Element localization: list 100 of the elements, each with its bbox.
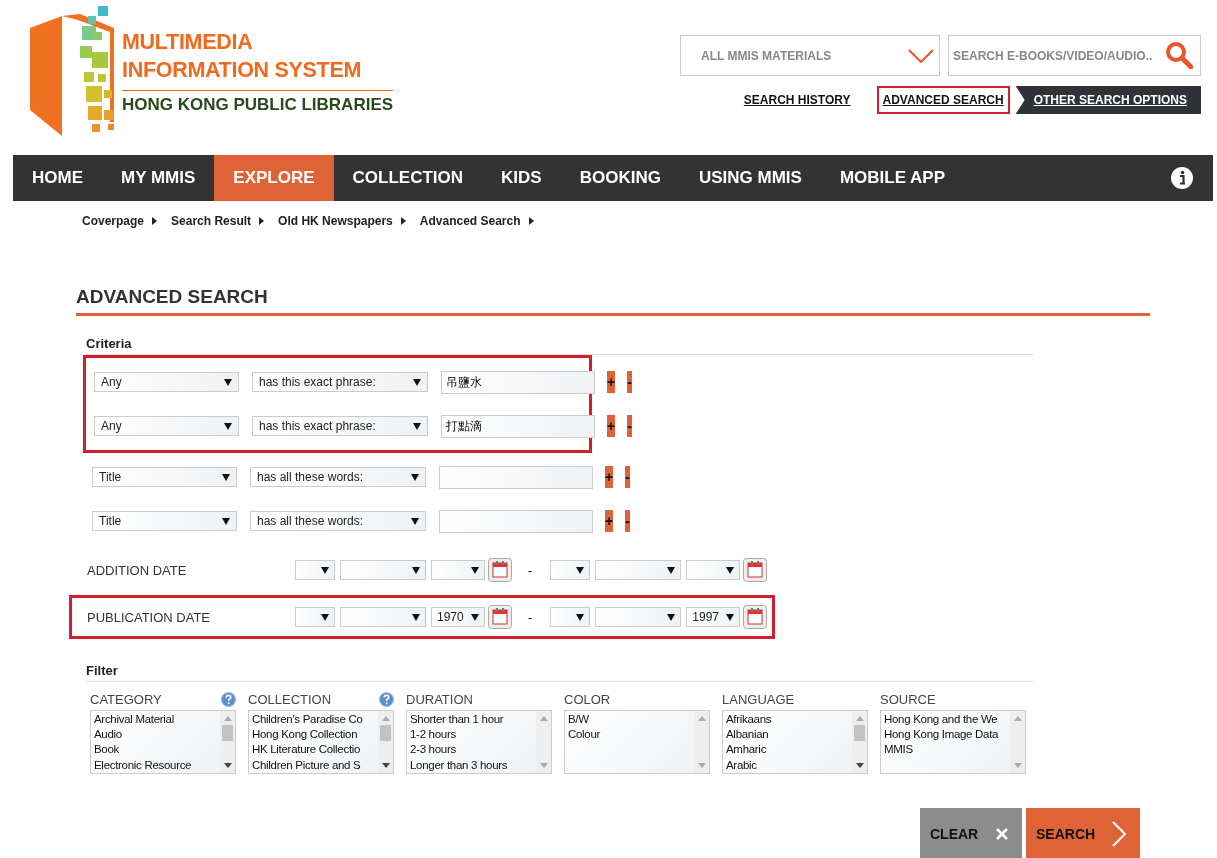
nav-tab[interactable]: HOME [13, 155, 102, 201]
list-option[interactable]: Shorter than 1 hour [410, 712, 533, 728]
info-icon[interactable] [1170, 166, 1194, 190]
add-button[interactable]: + [607, 415, 616, 437]
scroll-up-icon[interactable] [1013, 716, 1022, 721]
scrollbar[interactable] [220, 711, 235, 773]
scroll-down-icon[interactable] [223, 763, 232, 768]
remove-button[interactable]: - [627, 415, 632, 437]
operator-dropdown[interactable]: has all these words: [250, 467, 426, 487]
header-link[interactable]: OTHER SEARCH OPTIONS [1015, 86, 1201, 114]
filter-listbox[interactable]: Hong Kong and the We Hong Kong Image Data MMIS [880, 710, 1026, 774]
list-option[interactable]: MMIS [884, 742, 1007, 758]
day-dropdown[interactable] [295, 560, 335, 580]
add-button[interactable]: + [605, 510, 614, 532]
field-dropdown[interactable]: Title [92, 511, 237, 531]
operator-dropdown[interactable]: has this exact phrase: [252, 416, 428, 436]
search-button[interactable]: SEARCH [1026, 808, 1140, 858]
scroll-down-icon[interactable] [381, 763, 390, 768]
add-button[interactable]: + [607, 371, 616, 393]
list-option[interactable]: Electronic Resource [94, 757, 217, 773]
field-dropdown[interactable]: Any [94, 416, 239, 436]
calendar-icon[interactable] [488, 558, 512, 582]
calendar-icon[interactable] [743, 605, 768, 629]
scroll-up-icon[interactable] [223, 716, 232, 721]
clear-button[interactable]: CLEAR [920, 808, 1022, 858]
search-field[interactable]: SEARCH E-BOOKS/VIDEO/AUDIO.. [948, 35, 1201, 76]
text-field[interactable] [439, 509, 593, 533]
operator-dropdown[interactable]: has this exact phrase: [252, 372, 428, 392]
list-option[interactable]: B/W [568, 712, 691, 728]
list-option[interactable]: Arabic [726, 757, 849, 773]
list-option[interactable]: Children Picture and S [252, 757, 375, 773]
filter-listbox[interactable]: Shorter than 1 hour 1-2 hours 2-3 hours Longer than 3 hours [406, 710, 552, 774]
filter-listbox[interactable]: Afrikaans Albanian Amharic Arabic [722, 710, 868, 774]
text-field[interactable] [439, 465, 593, 489]
month-dropdown[interactable] [340, 560, 426, 580]
filter-listbox[interactable]: Archival Material Audio Book Electronic Resource [90, 710, 236, 774]
list-option[interactable]: Hong Kong Collection [252, 727, 375, 743]
year-dropdown[interactable] [686, 560, 741, 580]
list-option[interactable]: Audio [94, 727, 217, 743]
year-dropdown[interactable]: 1970 [431, 607, 485, 627]
year-dropdown[interactable]: 1997 [686, 607, 741, 627]
nav-tab[interactable]: MOBILE APP [820, 155, 965, 201]
list-option[interactable]: Children's Paradise Co [252, 712, 375, 728]
text-field[interactable]: 打點滴 [441, 414, 595, 438]
month-dropdown[interactable] [340, 607, 426, 627]
field-dropdown[interactable]: Title [92, 467, 237, 487]
section-title: Filter [86, 663, 1033, 682]
breadcrumb-link[interactable]: Advanced Search [419, 214, 521, 228]
scroll-up-icon[interactable] [855, 716, 864, 721]
remove-button[interactable]: - [625, 466, 630, 488]
breadcrumb-link[interactable]: Search Result [171, 214, 252, 228]
calendar-icon[interactable] [743, 558, 768, 582]
day-dropdown[interactable] [550, 607, 591, 627]
operator-dropdown[interactable]: has all these words: [250, 511, 426, 531]
text-field[interactable]: 吊鹽水 [441, 370, 595, 394]
filter-listbox[interactable]: B/W Colour [564, 710, 710, 774]
header-link[interactable]: SEARCH HISTORY [737, 86, 857, 114]
nav-tab[interactable]: USING MMIS [679, 155, 821, 201]
nav-tab[interactable]: COLLECTION [333, 155, 483, 201]
help-icon[interactable] [379, 692, 394, 707]
calendar-icon[interactable] [488, 605, 512, 629]
scrollbar[interactable] [378, 711, 393, 773]
day-dropdown[interactable] [550, 560, 591, 580]
list-option[interactable]: Archival Material [94, 712, 217, 728]
list-option[interactable]: HK Literature Collectio [252, 742, 375, 758]
list-option[interactable]: Afrikaans [726, 712, 849, 728]
nav-tab[interactable]: BOOKING [560, 155, 680, 201]
scroll-up-icon[interactable] [697, 716, 706, 721]
list-option[interactable]: Hong Kong and the We [884, 712, 1007, 728]
breadcrumb-link[interactable]: Coverpage [82, 214, 145, 228]
scrollbar[interactable] [694, 711, 709, 773]
scroll-down-icon[interactable] [855, 763, 864, 768]
help-icon[interactable] [221, 692, 236, 707]
scrollbar[interactable] [852, 711, 867, 773]
nav-tab[interactable]: EXPLORE [214, 155, 334, 201]
filter-listbox[interactable]: Children's Paradise Co Hong Kong Collection HK Literature Collectio Children Picture and S [248, 710, 394, 774]
list-option[interactable]: Amharic [726, 742, 849, 758]
list-option[interactable]: Colour [568, 727, 691, 743]
list-option[interactable]: Longer than 3 hours [410, 757, 533, 773]
list-option[interactable]: Book [94, 742, 217, 758]
scroll-up-icon[interactable] [381, 716, 390, 721]
header-link[interactable]: ADVANCED SEARCH [876, 86, 1010, 114]
day-dropdown[interactable] [295, 607, 335, 627]
search-icon[interactable] [1165, 41, 1193, 69]
list-option[interactable]: 1-2 hours [410, 727, 533, 743]
scroll-up-icon[interactable] [539, 716, 548, 721]
nav-tab[interactable]: KIDS [482, 155, 561, 201]
year-dropdown[interactable] [431, 560, 485, 580]
nav-tab[interactable]: MY MMIS [102, 155, 215, 201]
breadcrumb-link[interactable]: Old HK Newspapers [278, 214, 393, 228]
scrollbar[interactable] [1010, 711, 1025, 773]
scrollbar[interactable] [536, 711, 551, 773]
list-option[interactable]: Hong Kong Image Data [884, 727, 1007, 743]
list-option[interactable]: Albanian [726, 727, 849, 743]
remove-button[interactable]: - [627, 371, 632, 393]
list-option[interactable]: 2-3 hours [410, 742, 533, 758]
remove-button[interactable]: - [625, 510, 630, 532]
field-dropdown[interactable]: Any [94, 372, 239, 392]
scope-dropdown[interactable]: ALL MMIS MATERIALS [680, 35, 940, 76]
add-button[interactable]: + [605, 466, 614, 488]
